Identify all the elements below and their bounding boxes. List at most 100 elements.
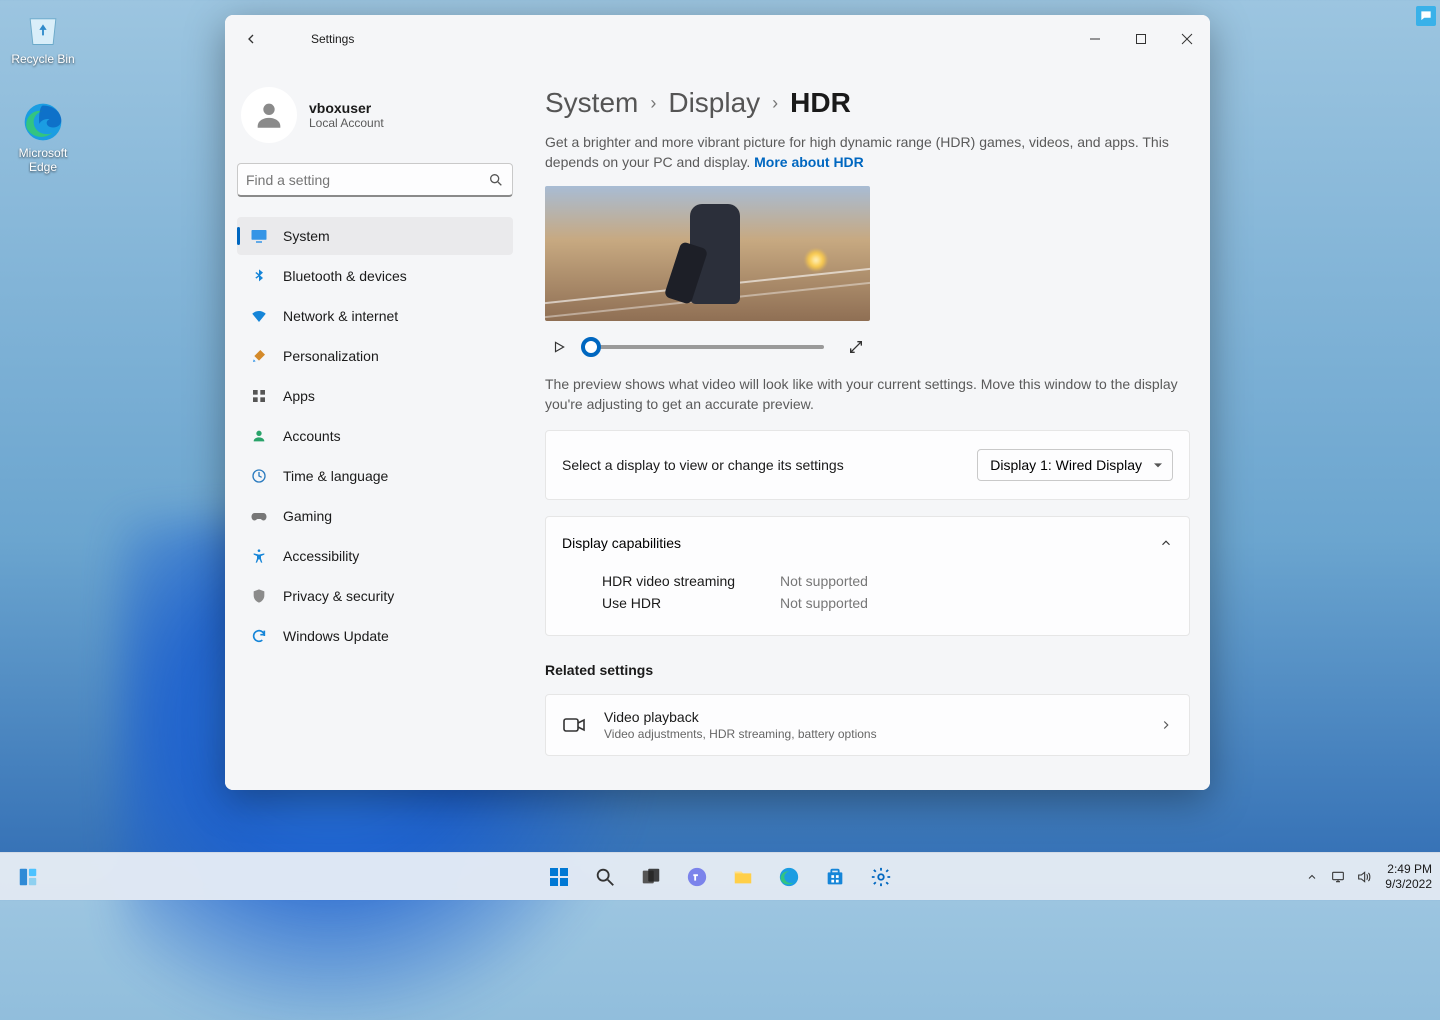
- hdr-video-streaming-value: Not supported: [780, 573, 868, 589]
- video-playback-card[interactable]: Video playback Video adjustments, HDR st…: [545, 694, 1190, 756]
- desktop-icon-edge[interactable]: Microsoft Edge: [4, 100, 82, 174]
- video-playback-title: Video playback: [604, 709, 877, 725]
- nav-label: Bluetooth & devices: [283, 268, 407, 284]
- nav-bluetooth[interactable]: Bluetooth & devices: [237, 257, 513, 295]
- nav-label: Time & language: [283, 468, 388, 484]
- nav-accessibility[interactable]: Accessibility: [237, 537, 513, 575]
- minimize-button[interactable]: [1072, 21, 1118, 57]
- nav-label: Gaming: [283, 508, 332, 524]
- nav-label: Personalization: [283, 348, 379, 364]
- display-dropdown[interactable]: Display 1: Wired Display: [977, 449, 1173, 481]
- display-capabilities-header[interactable]: Display capabilities: [546, 517, 1189, 569]
- taskbar-clock[interactable]: 2:49 PM 9/3/2022: [1385, 862, 1432, 891]
- user-account-type: Local Account: [309, 116, 384, 130]
- chevron-up-icon: [1159, 536, 1173, 550]
- select-display-label: Select a display to view or change its s…: [562, 457, 844, 473]
- taskbar-edge-button[interactable]: [769, 857, 809, 897]
- display-capabilities-card: Display capabilities HDR video streaming…: [545, 516, 1190, 636]
- tray-volume-icon[interactable]: [1353, 857, 1375, 897]
- nav-label: Network & internet: [283, 308, 398, 324]
- nav-privacy[interactable]: Privacy & security: [237, 577, 513, 615]
- video-icon: [562, 713, 586, 737]
- back-button[interactable]: [235, 23, 267, 55]
- nav-label: Apps: [283, 388, 315, 404]
- related-settings-heading: Related settings: [545, 662, 1190, 678]
- back-button-spacer: [273, 23, 305, 55]
- widgets-button[interactable]: [8, 857, 48, 897]
- nav-windows-update[interactable]: Windows Update: [237, 617, 513, 655]
- taskbar-search-button[interactable]: [585, 857, 625, 897]
- nav-time-language[interactable]: Time & language: [237, 457, 513, 495]
- display-capabilities-body: HDR video streaming Not supported Use HDR…: [546, 569, 1189, 635]
- nav-label: Windows Update: [283, 628, 389, 644]
- chevron-right-icon: [1159, 718, 1173, 732]
- file-explorer-button[interactable]: [723, 857, 763, 897]
- clock-time: 2:49 PM: [1385, 862, 1432, 876]
- bluetooth-icon: [249, 266, 269, 286]
- accessibility-icon: [249, 546, 269, 566]
- edge-icon: [21, 100, 65, 144]
- breadcrumb-current: HDR: [790, 87, 851, 119]
- nav-label: System: [283, 228, 330, 244]
- tray-network-icon[interactable]: [1327, 857, 1349, 897]
- breadcrumb-system[interactable]: System: [545, 87, 638, 119]
- maximize-button[interactable]: [1118, 21, 1164, 57]
- avatar-icon: [241, 87, 297, 143]
- chevron-right-icon: ›: [772, 93, 778, 114]
- sidebar: vboxuser Local Account System Bluetooth …: [225, 63, 525, 790]
- tray-chevron-up-icon[interactable]: [1301, 857, 1323, 897]
- taskbar: 2:49 PM 9/3/2022: [0, 852, 1440, 900]
- paintbrush-icon: [249, 346, 269, 366]
- task-view-button[interactable]: [631, 857, 671, 897]
- page-description: Get a brighter and more vibrant picture …: [545, 133, 1185, 172]
- search-icon: [488, 172, 504, 188]
- nav-system[interactable]: System: [237, 217, 513, 255]
- play-button[interactable]: [545, 333, 573, 361]
- nav-personalization[interactable]: Personalization: [237, 337, 513, 375]
- use-hdr-label: Use HDR: [602, 595, 752, 611]
- preview-controls: [545, 333, 870, 361]
- nav-list: System Bluetooth & devices Network & int…: [237, 217, 513, 655]
- content-pane[interactable]: System › Display › HDR Get a brighter an…: [525, 63, 1210, 790]
- monitor-icon: [249, 226, 269, 246]
- search-input[interactable]: [246, 172, 488, 188]
- user-profile[interactable]: vboxuser Local Account: [237, 63, 513, 163]
- start-button[interactable]: [539, 857, 579, 897]
- apps-icon: [249, 386, 269, 406]
- desktop-icon-label: Microsoft Edge: [4, 146, 82, 174]
- nav-apps[interactable]: Apps: [237, 377, 513, 415]
- search-box[interactable]: [237, 163, 513, 197]
- user-name: vboxuser: [309, 100, 384, 116]
- settings-window: Settings vboxuser Local Account: [225, 15, 1210, 790]
- fullscreen-button[interactable]: [842, 333, 870, 361]
- nav-label: Accounts: [283, 428, 341, 444]
- nav-network[interactable]: Network & internet: [237, 297, 513, 335]
- titlebar: Settings: [225, 15, 1210, 63]
- chevron-right-icon: ›: [650, 93, 656, 114]
- desktop-icon-recycle-bin[interactable]: Recycle Bin: [4, 6, 82, 66]
- gamepad-icon: [249, 506, 269, 526]
- select-display-card: Select a display to view or change its s…: [545, 430, 1190, 500]
- close-button[interactable]: [1164, 21, 1210, 57]
- update-icon: [249, 626, 269, 646]
- nav-accounts[interactable]: Accounts: [237, 417, 513, 455]
- video-playback-subtitle: Video adjustments, HDR streaming, batter…: [604, 727, 877, 741]
- preview-note: The preview shows what video will look l…: [545, 375, 1185, 414]
- nav-label: Privacy & security: [283, 588, 394, 604]
- nav-gaming[interactable]: Gaming: [237, 497, 513, 535]
- taskbar-settings-button[interactable]: [861, 857, 901, 897]
- preview-slider[interactable]: [591, 345, 824, 349]
- taskbar-store-button[interactable]: [815, 857, 855, 897]
- breadcrumb-display[interactable]: Display: [668, 87, 760, 119]
- use-hdr-value: Not supported: [780, 595, 868, 611]
- chat-button[interactable]: [677, 857, 717, 897]
- teams-chat-popup-icon[interactable]: [1416, 6, 1436, 26]
- wifi-icon: [249, 306, 269, 326]
- slider-thumb[interactable]: [581, 337, 601, 357]
- recycle-bin-icon: [21, 6, 65, 50]
- hdr-video-streaming-label: HDR video streaming: [602, 573, 752, 589]
- more-about-hdr-link[interactable]: More about HDR: [754, 154, 864, 170]
- window-title: Settings: [311, 32, 354, 46]
- clock-globe-icon: [249, 466, 269, 486]
- shield-icon: [249, 586, 269, 606]
